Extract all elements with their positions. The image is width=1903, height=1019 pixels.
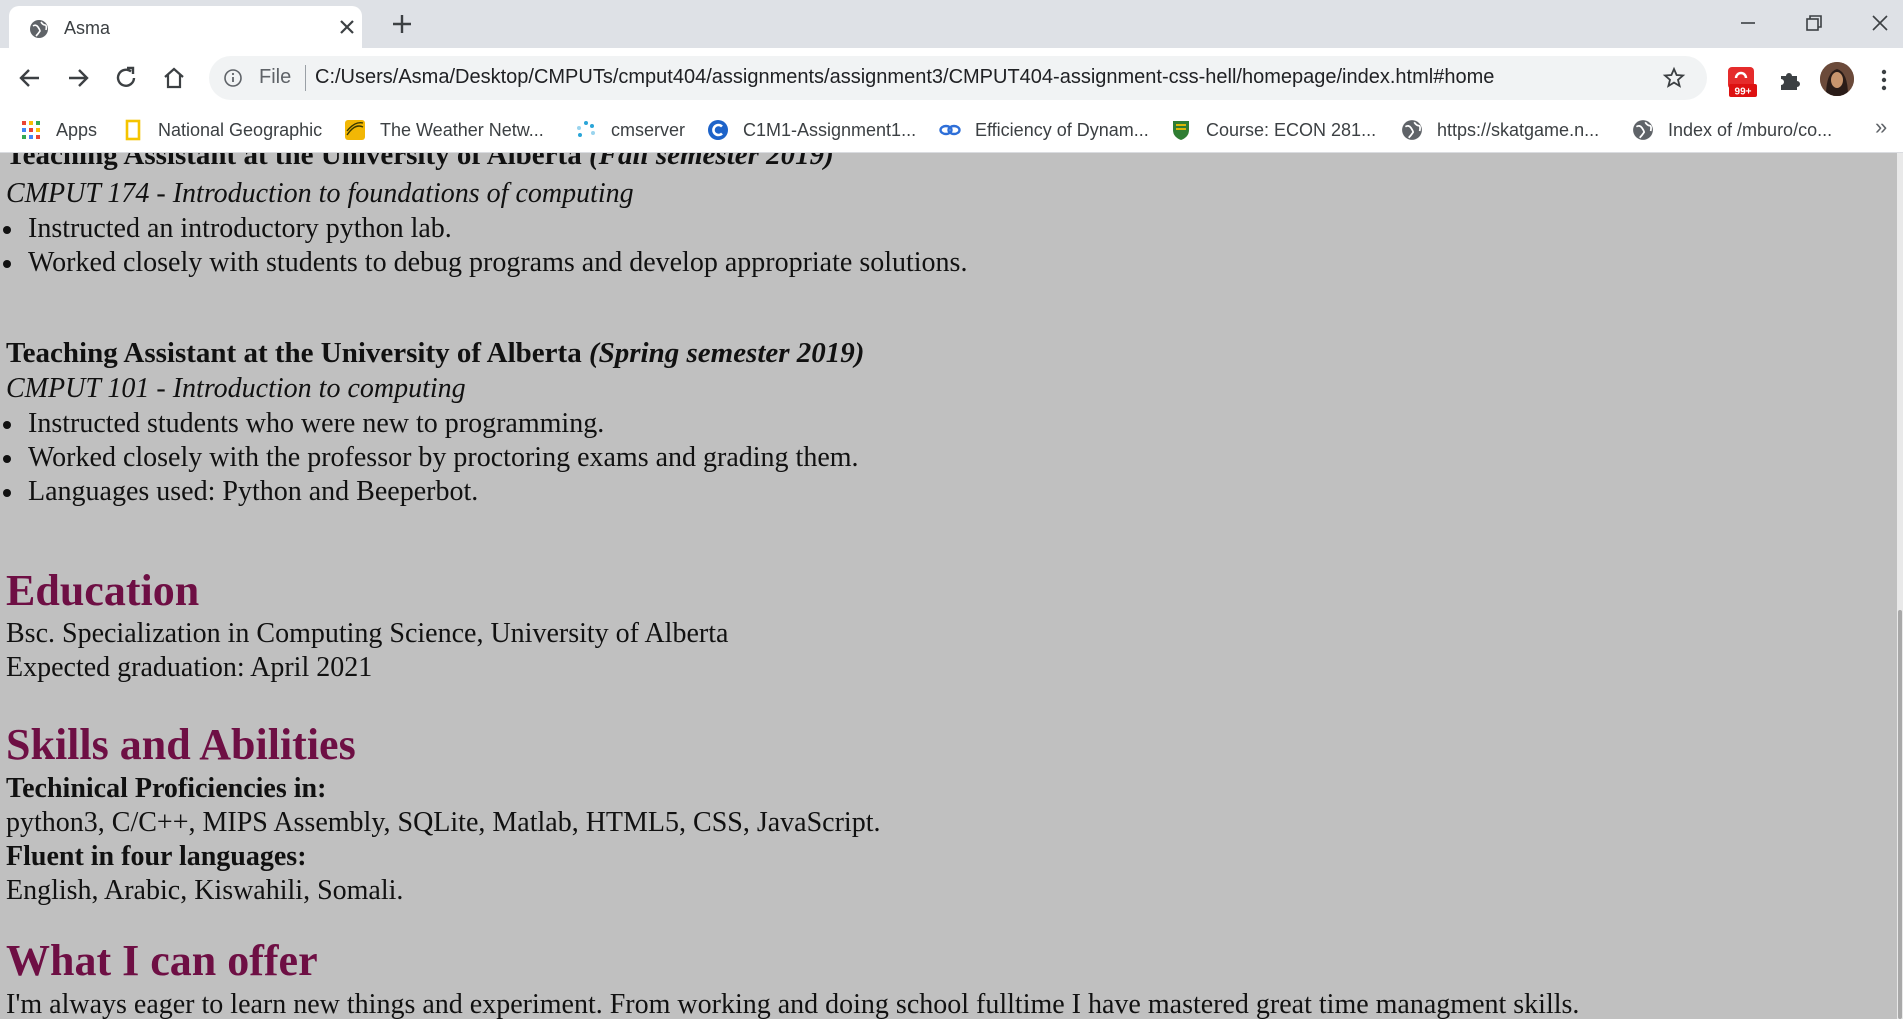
course-cmput174: CMPUT 174 - Introduction to foundations … bbox=[6, 178, 634, 209]
job-term: (Fall semester 2019) bbox=[588, 153, 834, 171]
bookmark-national-geographic[interactable]: National Geographic bbox=[122, 108, 322, 152]
bookmark-label: Apps bbox=[56, 119, 98, 140]
course-cmput101: CMPUT 101 - Introduction to computing bbox=[6, 373, 466, 404]
browser-menu-icon[interactable] bbox=[1872, 66, 1896, 94]
offer-heading: What I can offer bbox=[6, 936, 318, 985]
extension-badge-icon[interactable]: 99+ bbox=[1725, 64, 1759, 98]
info-icon[interactable] bbox=[223, 68, 243, 88]
job2-bullet-list: Instructed students who were new to prog… bbox=[0, 407, 859, 509]
url-text[interactable]: C:/Users/Asma/Desktop/CMPUTs/cmput404/as… bbox=[315, 66, 1494, 89]
browser-toolbar: File C:/Users/Asma/Desktop/CMPUTs/cmput4… bbox=[0, 48, 1903, 108]
education-graduation: Expected graduation: April 2021 bbox=[6, 652, 373, 683]
bookmark-cmserver[interactable]: cmserver bbox=[575, 108, 685, 152]
education-heading: Education bbox=[6, 566, 200, 615]
home-icon[interactable] bbox=[158, 62, 190, 94]
list-item: Worked closely with students to debug pr… bbox=[0, 246, 967, 280]
bookmark-label: Course: ECON 281... bbox=[1206, 119, 1377, 140]
globe-icon bbox=[30, 20, 48, 38]
page-viewport: Teaching Assistant at the University of … bbox=[0, 153, 1897, 1019]
bookmark-c1m1-assignment[interactable]: C1M1-Assignment1... bbox=[707, 108, 916, 152]
offer-text: I'm always eager to learn new things and… bbox=[6, 989, 1580, 1019]
new-tab-icon[interactable] bbox=[388, 10, 416, 38]
reload-icon[interactable] bbox=[110, 62, 142, 94]
profile-avatar[interactable] bbox=[1820, 62, 1854, 96]
bookmark-efficiency-dynamic[interactable]: Efficiency of Dynam... bbox=[939, 108, 1149, 152]
bookmark-label: Efficiency of Dynam... bbox=[975, 119, 1149, 140]
globe-icon bbox=[1402, 120, 1422, 140]
close-tab-icon[interactable] bbox=[334, 14, 360, 40]
omnibox-divider bbox=[305, 65, 306, 91]
scrollbar-thumb[interactable] bbox=[1898, 610, 1902, 1019]
bookmark-label: cmserver bbox=[611, 119, 686, 140]
list-item: Worked closely with the professor by pro… bbox=[0, 441, 859, 475]
extension-badge-count: 99+ bbox=[1735, 87, 1752, 98]
tech-proficiencies-list: python3, C/C++, MIPS Assembly, SQLite, M… bbox=[6, 807, 881, 838]
job-title-spring-2019: Teaching Assistant at the University of … bbox=[6, 337, 864, 370]
weather-network-icon bbox=[345, 120, 365, 140]
bookmark-apps[interactable]: Apps bbox=[20, 108, 97, 152]
natgeo-icon bbox=[125, 119, 141, 141]
languages-label: Fluent in four languages: bbox=[6, 841, 307, 872]
tab-strip: Asma bbox=[0, 0, 1903, 48]
close-window-icon[interactable] bbox=[1865, 8, 1895, 38]
bookmark-label: National Geographic bbox=[158, 119, 323, 140]
ualberta-shield-icon bbox=[1173, 121, 1189, 140]
list-item: Instructed an introductory python lab. bbox=[0, 212, 967, 246]
bookmark-skatgame[interactable]: https://skatgame.n... bbox=[1401, 108, 1599, 152]
tab-title: Asma bbox=[64, 18, 111, 38]
minimize-icon[interactable] bbox=[1733, 8, 1763, 38]
cmserver-icon bbox=[577, 121, 595, 137]
bookmark-weather-network[interactable]: The Weather Netw... bbox=[344, 108, 544, 152]
extensions-puzzle-icon[interactable] bbox=[1776, 66, 1804, 94]
bookmark-star-icon[interactable] bbox=[1662, 66, 1686, 90]
restore-icon[interactable] bbox=[1799, 8, 1829, 38]
bookmark-label: https://skatgame.n... bbox=[1437, 119, 1600, 140]
forward-arrow-icon[interactable] bbox=[62, 62, 94, 94]
link-chain-icon bbox=[939, 124, 961, 136]
tech-proficiencies-label: Techinical Proficiencies in: bbox=[6, 773, 327, 804]
list-item: Languages used: Python and Beeperbot. bbox=[0, 475, 859, 509]
skills-heading: Skills and Abilities bbox=[6, 720, 356, 769]
job1-bullet-list: Instructed an introductory python lab. W… bbox=[0, 212, 967, 280]
bookmark-econ-281[interactable]: Course: ECON 281... bbox=[1170, 108, 1376, 152]
job-title-text: Teaching Assistant at the University of … bbox=[6, 337, 582, 369]
bookmarks-overflow-button[interactable]: » bbox=[1875, 114, 1895, 144]
job-title-fall-2019: Teaching Assistant at the University of … bbox=[6, 153, 834, 172]
job-title-text: Teaching Assistant at the University of … bbox=[6, 153, 582, 171]
apps-grid-icon bbox=[22, 121, 40, 139]
address-bar[interactable]: File C:/Users/Asma/Desktop/CMPUTs/cmput4… bbox=[209, 56, 1707, 100]
languages-list: English, Arabic, Kiswahili, Somali. bbox=[6, 875, 404, 906]
bookmark-label: Index of /mburo/co... bbox=[1668, 119, 1833, 140]
job-term: (Spring semester 2019) bbox=[588, 337, 865, 369]
coursera-icon bbox=[708, 120, 728, 140]
browser-tab[interactable]: Asma bbox=[9, 6, 362, 48]
bookmark-label: C1M1-Assignment1... bbox=[743, 119, 917, 140]
profile-photo-icon bbox=[1820, 62, 1854, 96]
back-arrow-icon[interactable] bbox=[14, 62, 46, 94]
list-item: Instructed students who were new to prog… bbox=[0, 407, 859, 441]
globe-icon bbox=[1633, 120, 1653, 140]
bookmark-label: The Weather Netw... bbox=[380, 119, 544, 140]
bookmarks-bar: Apps National Geographic The Weather Net… bbox=[0, 108, 1903, 153]
url-scheme-label: File bbox=[259, 66, 292, 88]
education-degree: Bsc. Specialization in Computing Science… bbox=[6, 618, 729, 649]
bookmark-index-mburo[interactable]: Index of /mburo/co... bbox=[1632, 108, 1832, 152]
